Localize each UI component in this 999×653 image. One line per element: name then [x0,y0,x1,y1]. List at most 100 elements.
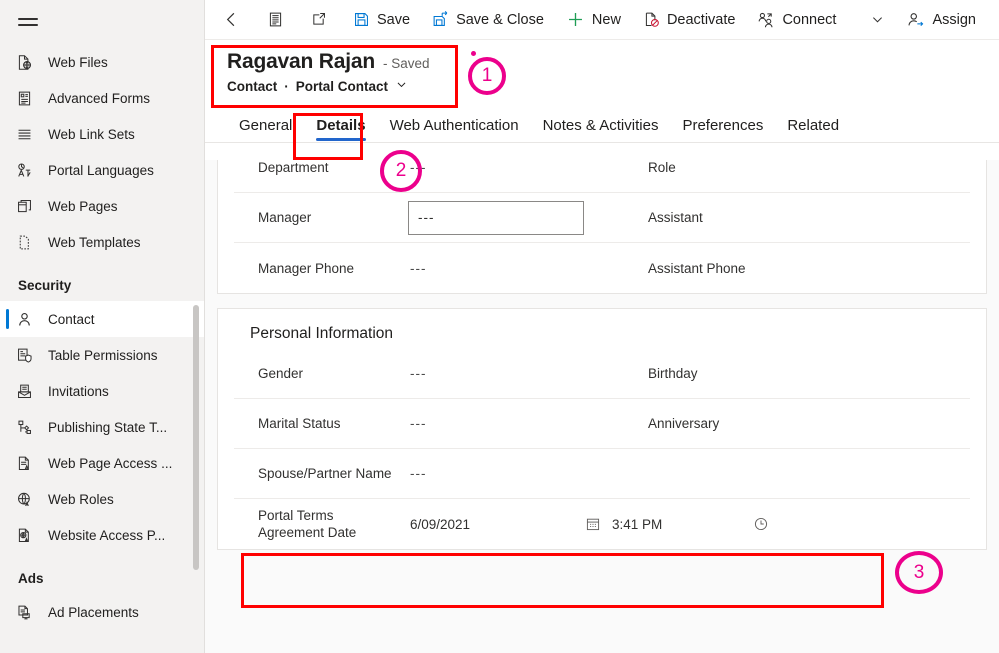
publishing-state-icon [14,417,34,437]
field-label: Marital Status [258,416,341,431]
tab-preferences[interactable]: Preferences [670,117,775,143]
field-assistant-phone[interactable]: Assistant Phone [602,260,970,277]
deactivate-label: Deactivate [666,11,736,28]
connect-button[interactable]: Connect [746,0,847,39]
connect-dropdown-button[interactable] [859,0,896,39]
section-title: Personal Information [250,325,394,342]
manager-input[interactable]: --- [408,200,584,235]
tab-web-authentication[interactable]: Web Authentication [378,117,531,143]
show-chart-button[interactable] [256,0,295,39]
field-label: Role [648,160,676,175]
sidebar-item-label: Portal Languages [48,162,154,178]
sidebar-scrollbar[interactable] [193,305,199,570]
field-manager[interactable]: Manager --- [234,200,602,235]
field-label: Assistant Phone [648,260,746,276]
sitemap-sidebar: Web Files Advanced Forms Web Link Sets P… [0,0,205,653]
field-assistant[interactable]: Assistant [602,209,970,226]
sidebar-item-web-page-access-control-rules[interactable]: Web Page Access ... [0,445,204,481]
back-button[interactable] [211,0,252,39]
popout-icon [310,11,327,28]
portal-terms-time-value[interactable]: 3:41 PM [602,517,752,532]
web-page-icon [14,196,34,216]
sidebar-item-label: Website Access P... [48,527,166,543]
sidebar-item-label: Web Page Access ... [48,455,173,471]
sidebar-item-label: Table Permissions [48,347,158,363]
save-label: Save [377,11,411,28]
sidebar-item-web-templates[interactable]: Web Templates [0,224,204,260]
save-icon [353,11,370,28]
field-gender[interactable]: Gender --- [234,365,602,382]
field-portal-terms-agreement-date[interactable]: Portal Terms Agreement Date 6/09/2021 3:… [234,507,970,541]
tab-general[interactable]: General [227,117,304,143]
sidebar-item-label: Ad Placements [48,604,139,620]
assign-button[interactable]: Assign [896,0,987,39]
sidebar-item-label: Web Link Sets [48,126,135,142]
field-label: Manager Phone [258,260,355,276]
sidebar-group-title-security: Security [18,278,72,293]
field-label: Anniversary [648,416,720,431]
tab-label: Preferences [682,116,764,134]
new-label: New [591,11,621,28]
open-in-new-window-button[interactable] [299,0,338,39]
sidebar-item-table-permissions[interactable]: Table Permissions [0,337,204,373]
tab-notes-and-activities[interactable]: Notes & Activities [531,117,671,143]
tab-related[interactable]: Related [775,117,851,143]
portal-terms-date-value[interactable]: 6/09/2021 [402,517,584,532]
sidebar-item-web-files[interactable]: Web Files [0,44,204,80]
field-value: --- [410,366,427,381]
field-label: Manager [258,210,312,225]
sidebar-item-label: Web Roles [48,491,114,507]
new-button[interactable]: New [555,0,632,39]
deactivate-button[interactable]: Deactivate [632,0,747,39]
personal-information-section: Personal Information Gender --- Birthday… [217,308,987,550]
field-manager-phone[interactable]: Manager Phone --- [234,260,602,277]
tab-label: Details [316,116,366,134]
tab-details[interactable]: Details [304,117,377,143]
field-birthday[interactable]: Birthday [602,365,970,382]
sidebar-item-contact[interactable]: Contact [0,301,204,337]
field-label: Assistant [648,210,703,225]
chevron-down-icon[interactable] [395,78,408,94]
main-content: Save Save & Close New Deactivate Connect… [205,0,999,653]
assign-icon [907,11,925,29]
web-link-set-icon [14,124,34,144]
form-row-marital-status: Marital Status --- Anniversary [234,399,970,449]
email-a-link-button[interactable] [987,0,999,39]
hamburger-icon[interactable] [0,0,204,44]
form-row-gender: Gender --- Birthday [234,349,970,399]
page-title: Ragavan Rajan [227,50,375,73]
sidebar-item-publishing-state-transitions[interactable]: Publishing State T... [0,409,204,445]
save-close-icon [432,11,449,28]
clock-icon[interactable] [752,515,770,533]
sidebar-item-web-link-sets[interactable]: Web Link Sets [0,116,204,152]
save-and-close-button[interactable]: Save & Close [421,0,555,39]
sidebar-group-title-ads: Ads [18,571,44,586]
record-header: Ragavan Rajan - Saved Contact · Portal C… [205,40,999,96]
save-button[interactable]: Save [342,0,421,39]
sidebar-item-label: Web Files [48,54,108,70]
field-role[interactable]: Role [602,160,970,176]
sidebar-item-invitations[interactable]: Invitations [0,373,204,409]
save-and-close-label: Save & Close [456,11,544,28]
form-row-portal-terms-agreement-date: Portal Terms Agreement Date 6/09/2021 3:… [234,499,970,549]
connect-label: Connect [782,11,837,28]
form-icon [267,11,284,28]
form-selector-label[interactable]: Portal Contact [296,79,388,94]
sidebar-item-portal-languages[interactable]: Portal Languages [0,152,204,188]
sidebar-item-ad-placements[interactable]: Ad Placements [0,594,204,630]
sidebar-item-web-roles[interactable]: Web Roles [0,481,204,517]
website-access-icon [14,525,34,545]
calendar-icon[interactable] [584,515,602,533]
form-scroll-area[interactable]: Department --- Role Manager --- Assistan… [205,160,999,653]
field-anniversary[interactable]: Anniversary [602,415,970,432]
command-bar: Save Save & Close New Deactivate Connect… [205,0,999,40]
web-role-icon [14,489,34,509]
sidebar-item-website-access-permissions[interactable]: Website Access P... [0,517,204,553]
field-marital-status[interactable]: Marital Status --- [234,415,602,432]
sidebar-item-web-pages[interactable]: Web Pages [0,188,204,224]
field-department[interactable]: Department --- [234,160,602,176]
field-spouse-partner-name[interactable]: Spouse/Partner Name --- [234,465,602,482]
sidebar-item-advanced-forms[interactable]: Advanced Forms [0,80,204,116]
record-title-block[interactable]: Ragavan Rajan - Saved Contact · Portal C… [227,50,430,94]
field-value: --- [410,160,427,175]
